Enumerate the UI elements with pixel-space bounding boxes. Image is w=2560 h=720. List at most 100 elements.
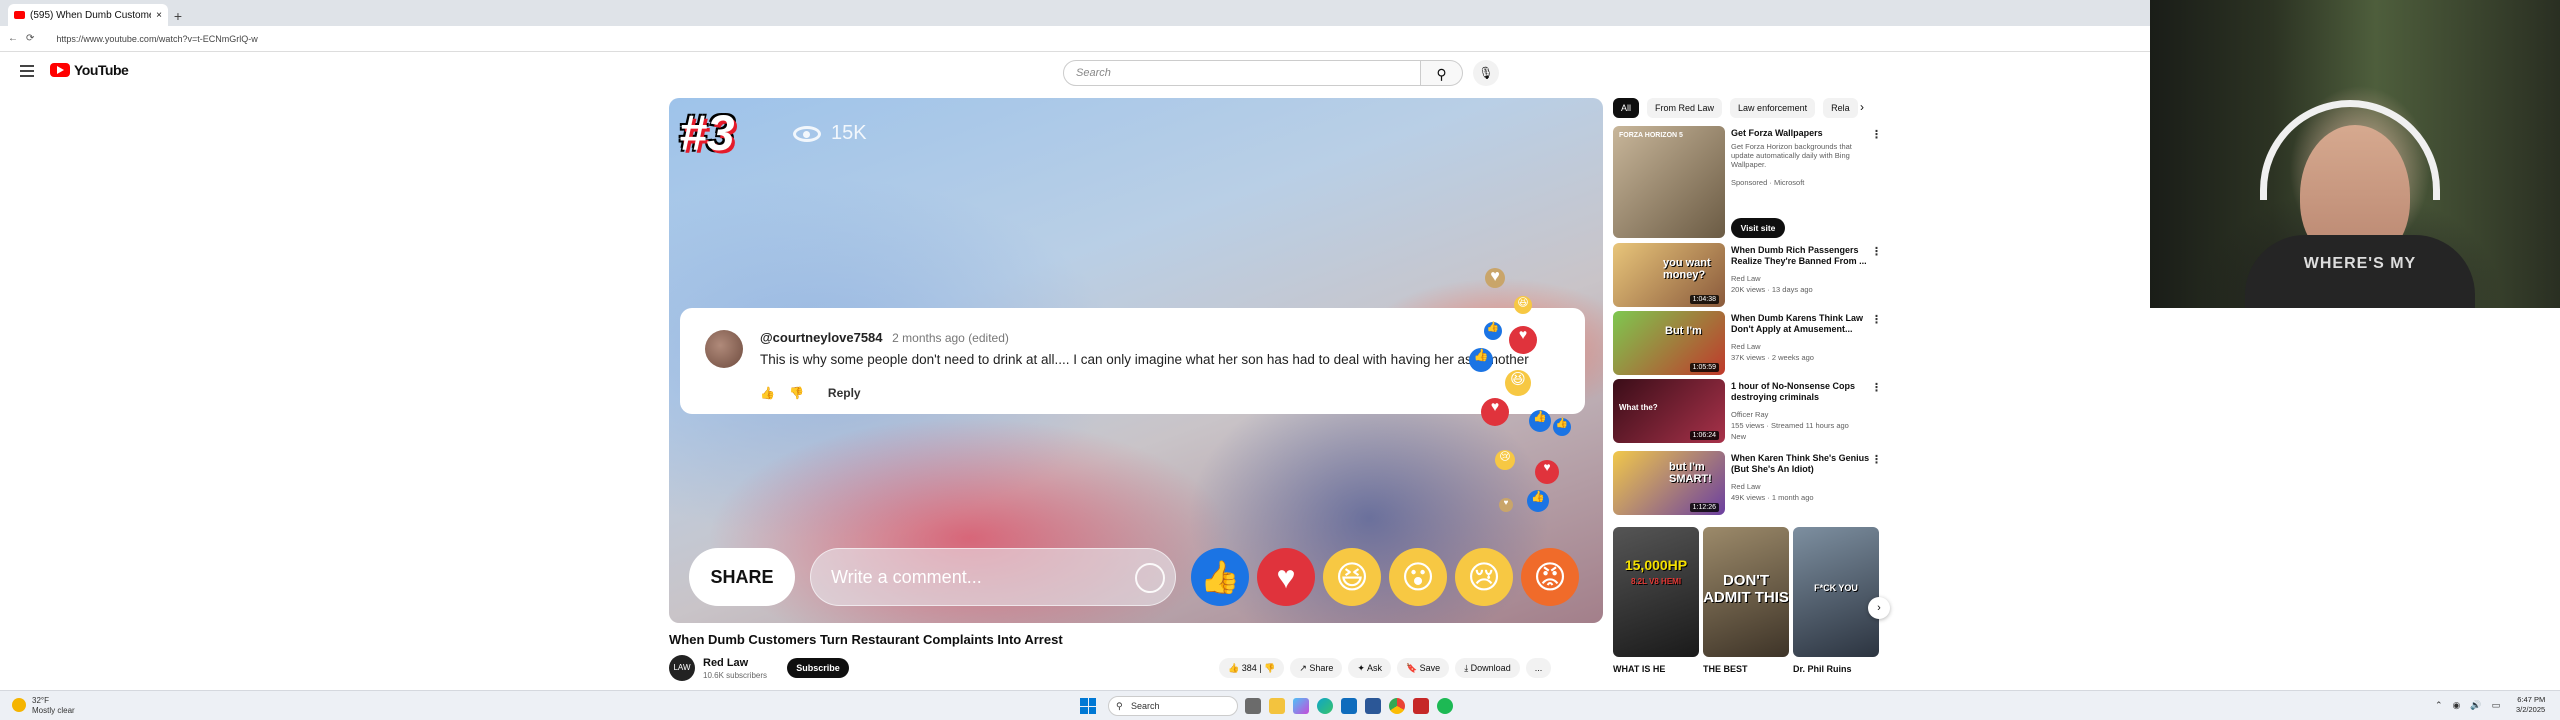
chevron-up-icon[interactable]: ⌃: [2435, 700, 2443, 711]
chip-law-enforcement[interactable]: Law enforcement: [1730, 98, 1816, 118]
rec-channel[interactable]: Red Law: [1731, 274, 1761, 283]
volume-icon[interactable]: 🔊: [2470, 700, 2481, 711]
subscribe-button[interactable]: Subscribe: [787, 658, 849, 678]
chip-related[interactable]: Rela: [1823, 98, 1858, 118]
search-button[interactable]: ⚲: [1421, 60, 1463, 86]
share-overlay-button[interactable]: SHARE: [689, 548, 795, 606]
more-vert-icon[interactable]: ⋮: [1871, 128, 1882, 141]
thumbnail-text: FORZA HORIZON 5: [1619, 132, 1683, 139]
more-vert-icon[interactable]: ⋮: [1871, 453, 1882, 466]
floating-like-icon: 👍: [1469, 348, 1493, 372]
chip-all[interactable]: All: [1613, 98, 1640, 118]
reload-icon[interactable]: ⟳: [26, 33, 34, 44]
rec-channel[interactable]: Red Law: [1731, 482, 1761, 491]
rec-channel[interactable]: Red Law: [1731, 342, 1761, 351]
file-explorer-icon[interactable]: [1269, 698, 1285, 714]
share-button[interactable]: ↗ Share: [1290, 658, 1343, 678]
back-icon[interactable]: ←: [8, 33, 18, 44]
more-vert-icon[interactable]: ⋮: [1871, 245, 1882, 258]
youtube-logo[interactable]: YouTube: [50, 62, 129, 78]
shorts-next-button[interactable]: ›: [1868, 597, 1890, 619]
app-icon[interactable]: [1365, 698, 1381, 714]
write-comment-input[interactable]: Write a comment...: [810, 548, 1176, 606]
search-input[interactable]: Search: [1063, 60, 1421, 86]
sad-reaction-icon[interactable]: 😢: [1455, 548, 1513, 606]
chevron-right-icon[interactable]: ›: [1860, 100, 1864, 114]
tab-close-icon[interactable]: ×: [156, 10, 162, 21]
rec-thumbnail[interactable]: but I'm SMART! 1:12:26: [1613, 451, 1725, 515]
ask-button[interactable]: ✦ Ask: [1348, 658, 1391, 678]
rec-thumbnail[interactable]: But I'm 1:05:59: [1613, 311, 1725, 375]
dislike-icon[interactable]: | 👎: [1259, 663, 1275, 673]
rec-title[interactable]: When Karen Think She's Genius (But She's…: [1731, 453, 1871, 475]
short-title[interactable]: WHAT IS HE: [1613, 664, 1697, 674]
short-item[interactable]: DON'T ADMIT THIS: [1703, 527, 1789, 657]
rec-title[interactable]: 1 hour of No-Nonsense Cops destroying cr…: [1731, 381, 1871, 403]
comment-like-icon: 👍: [760, 386, 775, 400]
like-button[interactable]: 👍 384 | 👎: [1219, 658, 1285, 678]
recommendation-item[interactable]: But I'm 1:05:59 When Dumb Karens Think L…: [1613, 311, 1883, 375]
rec-title[interactable]: When Dumb Karens Think Law Don't Apply a…: [1731, 313, 1871, 335]
short-item[interactable]: F*CK YOU: [1793, 527, 1879, 657]
webcam-overlay: WHERE'S MY: [2150, 0, 2560, 308]
new-tab-button[interactable]: +: [168, 6, 188, 26]
short-title[interactable]: THE BEST: [1703, 664, 1787, 674]
short-item[interactable]: 15,000HP 8.2L V8 HEMI: [1613, 527, 1699, 657]
ad-description: Get Forza Horizon backgrounds that updat…: [1731, 142, 1852, 169]
angry-reaction-icon[interactable]: 😡: [1521, 548, 1579, 606]
channel-name[interactable]: Red Law: [703, 657, 748, 669]
browser-tab-bar: (595) When Dumb Customers × +: [0, 0, 2150, 26]
video-player[interactable]: #3 15K @courtneylove7584 2 months ago (e…: [669, 98, 1603, 623]
more-actions-button[interactable]: ...: [1525, 658, 1552, 678]
wow-reaction-icon[interactable]: 😮: [1389, 548, 1447, 606]
clock[interactable]: 6:47 PM 3/2/2025: [2516, 695, 2545, 715]
save-button[interactable]: 🔖 Save: [1396, 658, 1450, 678]
menu-icon[interactable]: [20, 65, 34, 77]
save-label: Save: [1419, 663, 1441, 673]
app-icon[interactable]: [1413, 698, 1429, 714]
battery-icon[interactable]: ▭: [2492, 700, 2501, 711]
copilot-icon[interactable]: [1293, 698, 1309, 714]
ad-sponsor: Sponsored · Microsoft: [1731, 178, 1805, 187]
edge-icon[interactable]: [1317, 698, 1333, 714]
rec-title[interactable]: When Dumb Rich Passengers Realize They'r…: [1731, 245, 1871, 267]
windows-start-icon[interactable]: [1080, 698, 1096, 714]
write-comment-placeholder: Write a comment...: [831, 567, 982, 587]
floating-sad-icon: 😢: [1495, 450, 1515, 470]
rec-thumbnail[interactable]: What the? 1:06:24: [1613, 379, 1725, 443]
task-view-icon[interactable]: [1245, 698, 1261, 714]
floating-heart-icon: ♥: [1485, 268, 1505, 288]
like-reaction-icon[interactable]: 👍: [1191, 548, 1249, 606]
love-reaction-icon[interactable]: ♥: [1257, 548, 1315, 606]
emoji-icon[interactable]: [1135, 563, 1165, 593]
spotify-icon[interactable]: [1437, 698, 1453, 714]
more-vert-icon[interactable]: ⋮: [1871, 313, 1882, 326]
chip-from-red-law[interactable]: From Red Law: [1647, 98, 1723, 118]
chrome-icon[interactable]: [1389, 698, 1405, 714]
reaction-buttons: 👍 ♥ 😆 😮 😢 😡: [1191, 548, 1579, 606]
ad-thumbnail[interactable]: FORZA HORIZON 5: [1613, 126, 1725, 238]
recommendation-item[interactable]: but I'm SMART! 1:12:26 When Karen Think …: [1613, 451, 1883, 515]
rec-thumbnail[interactable]: you want money? 1:04:38: [1613, 243, 1725, 307]
download-button[interactable]: ⤓ Download: [1455, 658, 1520, 678]
haha-reaction-icon[interactable]: 😆: [1323, 548, 1381, 606]
comment-text: This is why some people don't need to dr…: [760, 352, 1529, 367]
voice-search-button[interactable]: 🎙: [1473, 60, 1499, 86]
outlook-icon[interactable]: [1341, 698, 1357, 714]
browser-tab[interactable]: (595) When Dumb Customers ×: [8, 4, 168, 26]
network-icon[interactable]: ◉: [2453, 700, 2461, 711]
visit-site-button[interactable]: Visit site: [1731, 218, 1785, 238]
ad-recommendation[interactable]: FORZA HORIZON 5 Get Forza Wallpapers Get…: [1613, 126, 1883, 238]
taskbar-search[interactable]: ⚲ Search: [1108, 696, 1238, 716]
rec-channel[interactable]: Officer Ray: [1731, 410, 1768, 419]
url-field[interactable]: https://www.youtube.com/watch?v=t-ECNmGr…: [56, 34, 257, 44]
short-title[interactable]: Dr. Phil Ruins: [1793, 664, 1877, 674]
recommendation-item[interactable]: you want money? 1:04:38 When Dumb Rich P…: [1613, 243, 1883, 307]
channel-avatar[interactable]: LAW: [669, 655, 695, 681]
more-vert-icon[interactable]: ⋮: [1871, 381, 1882, 394]
recommendation-item[interactable]: What the? 1:06:24 1 hour of No-Nonsense …: [1613, 379, 1883, 443]
subscriber-count: 10.6K subscribers: [703, 671, 768, 680]
comment-actions: 👍 👎 Reply: [760, 386, 861, 400]
floating-heart-icon: ♥: [1499, 498, 1513, 512]
rec-title[interactable]: Get Forza Wallpapers: [1731, 128, 1871, 139]
